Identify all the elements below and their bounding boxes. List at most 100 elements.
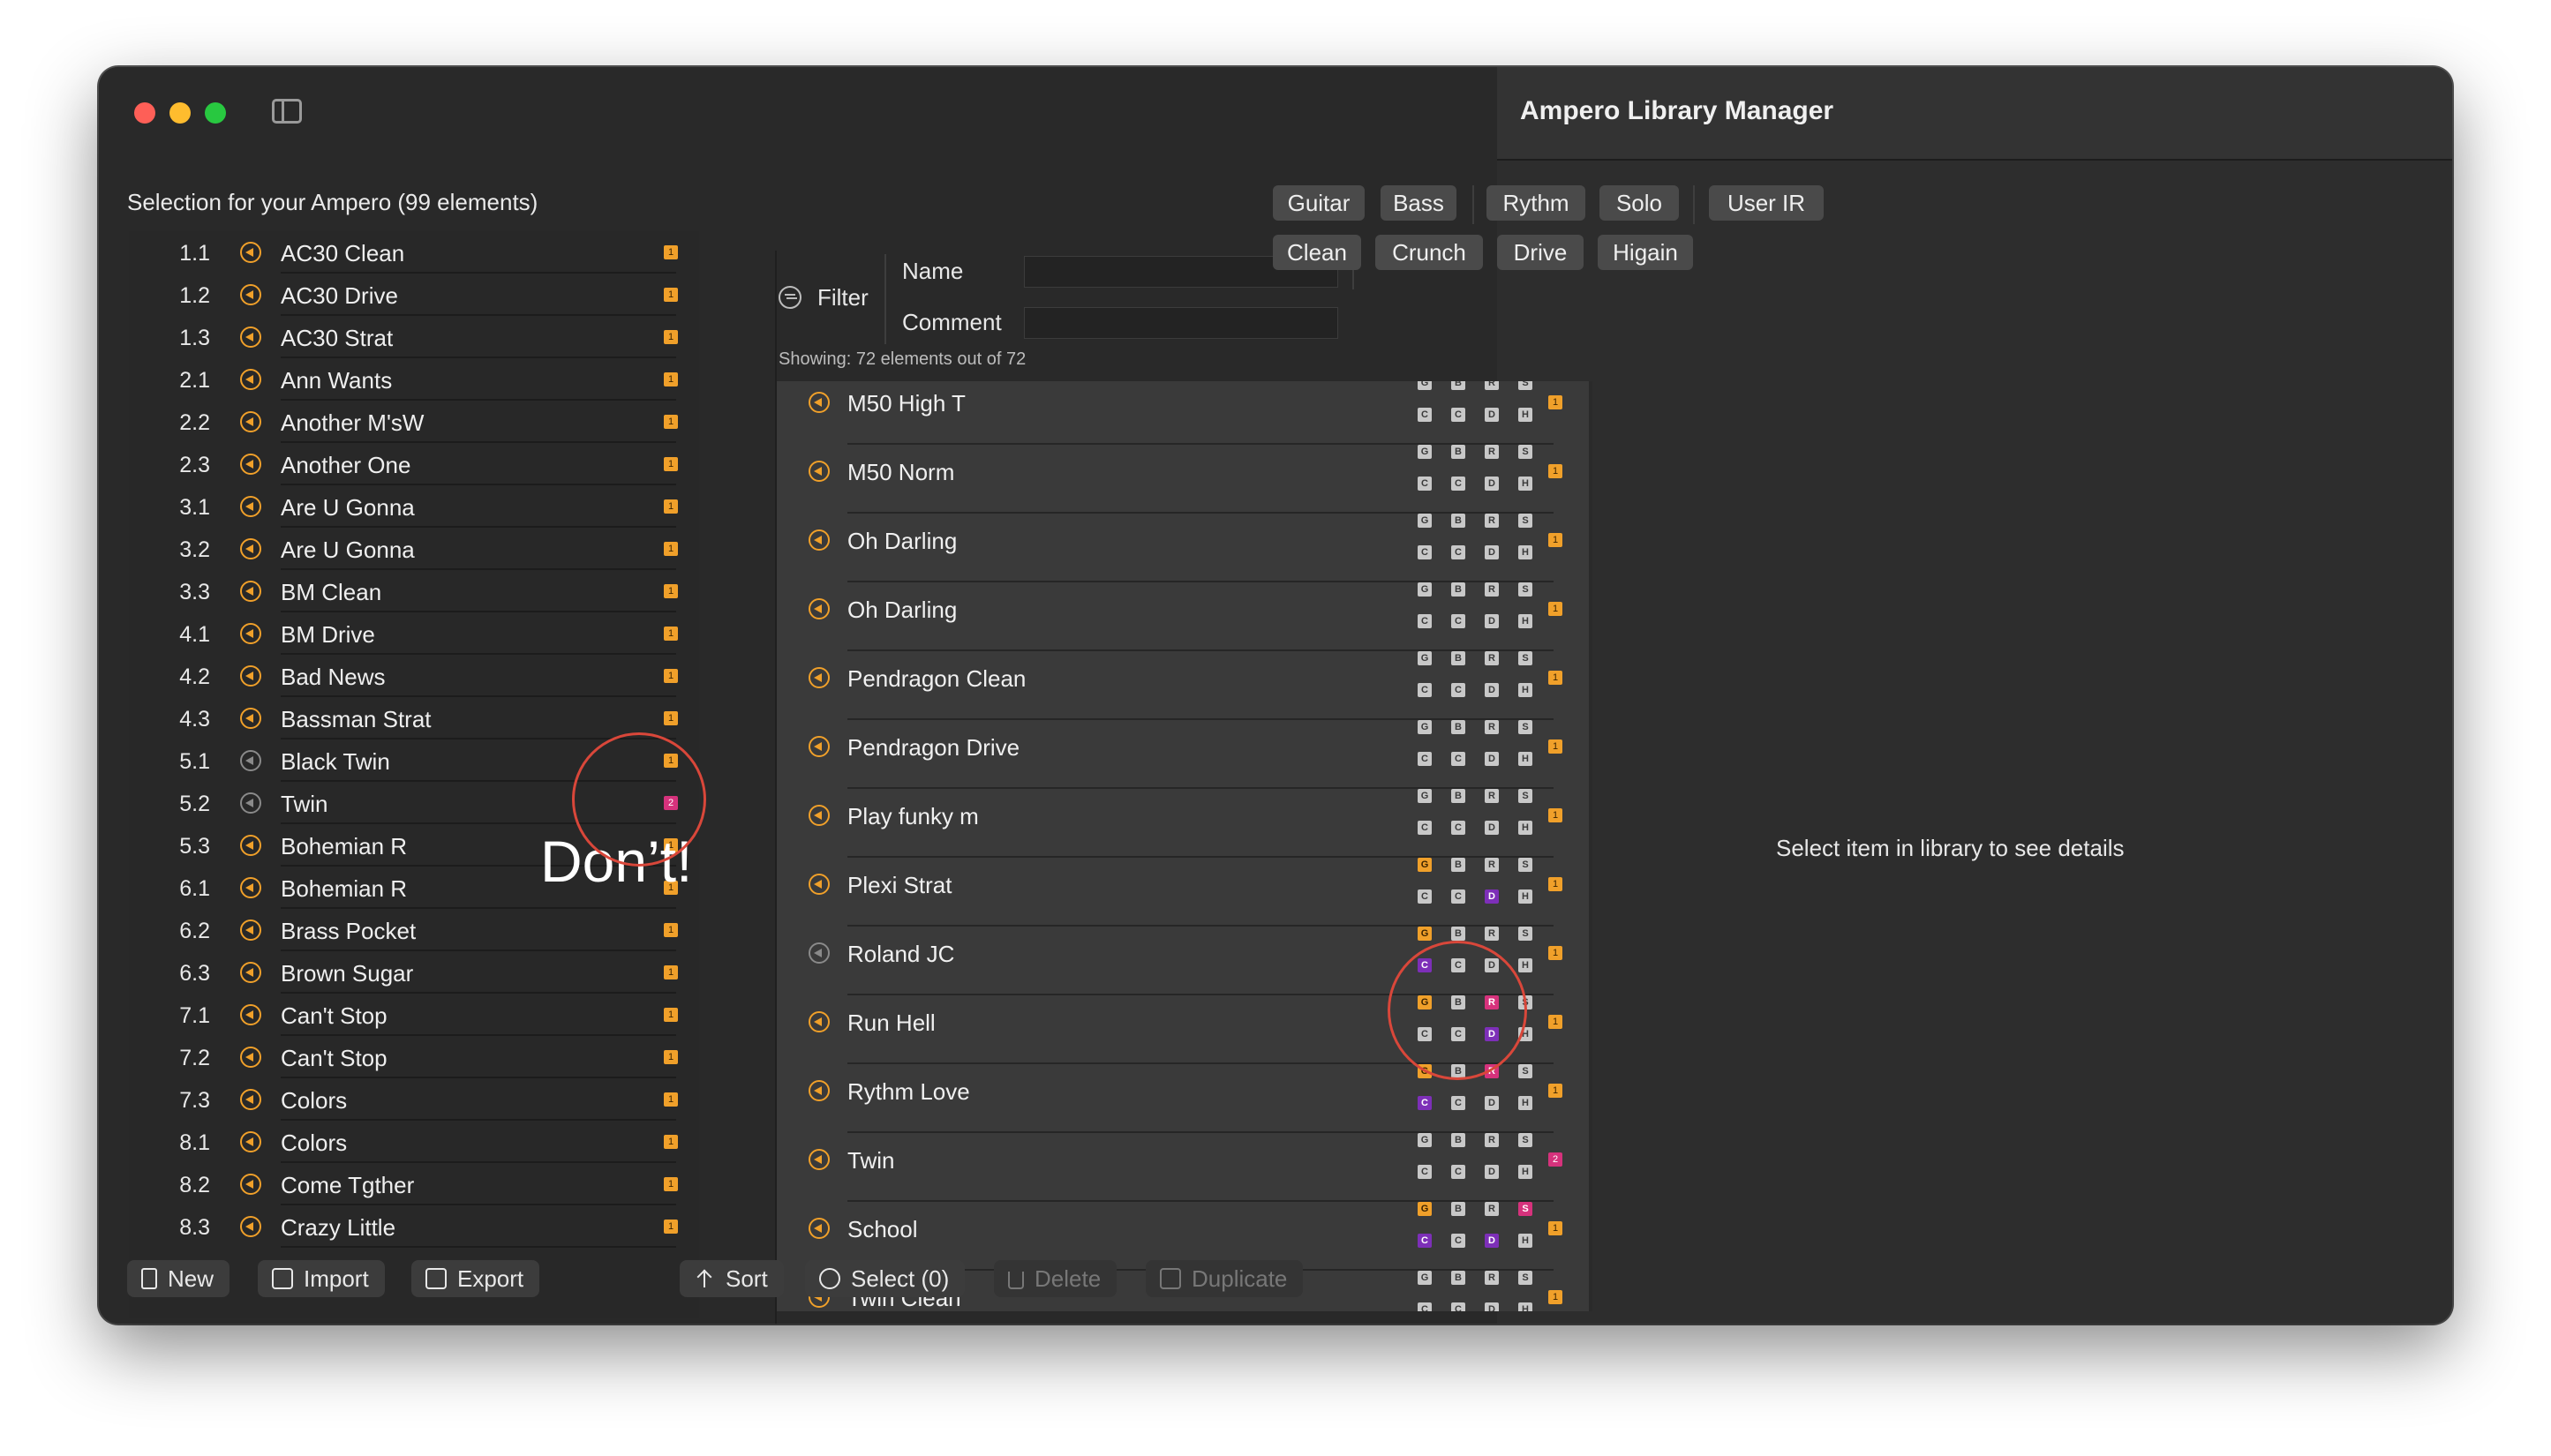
play-icon[interactable] xyxy=(240,1004,261,1025)
play-icon[interactable] xyxy=(240,750,261,771)
play-icon[interactable] xyxy=(240,454,261,475)
play-icon[interactable] xyxy=(240,411,261,432)
ir-name: Roland JC xyxy=(847,941,955,967)
close-window-button[interactable] xyxy=(134,102,155,124)
play-icon[interactable] xyxy=(809,805,830,826)
slot-number: 7.2 xyxy=(179,1046,210,1070)
play-icon[interactable] xyxy=(809,667,830,688)
play-icon[interactable] xyxy=(240,708,261,729)
play-icon[interactable] xyxy=(240,1131,261,1152)
flag-b: B xyxy=(1451,927,1465,941)
duplicate-button[interactable]: Duplicate xyxy=(1146,1260,1304,1297)
play-icon[interactable] xyxy=(809,1149,830,1170)
flag-c: C xyxy=(1451,1096,1465,1110)
comment-filter-input[interactable] xyxy=(1024,307,1338,339)
play-icon[interactable] xyxy=(240,1216,261,1237)
flag-g: G xyxy=(1418,1271,1432,1285)
play-icon[interactable] xyxy=(809,529,830,551)
library-row[interactable]: 1.2 AC30 Drive 1 xyxy=(129,274,699,316)
tag-crunch[interactable]: Crunch xyxy=(1375,235,1483,270)
play-icon[interactable] xyxy=(240,1174,261,1195)
tag-guitar[interactable]: Guitar xyxy=(1273,185,1365,221)
flag-c: C xyxy=(1451,1234,1465,1248)
library-row[interactable]: 8.1 Colors 1 xyxy=(129,1121,699,1163)
library-row[interactable]: 7.1 Can't Stop 1 xyxy=(129,994,699,1036)
play-icon[interactable] xyxy=(240,623,261,644)
play-icon[interactable] xyxy=(240,665,261,687)
import-icon xyxy=(272,1268,293,1289)
library-row[interactable]: 2.1 Ann Wants 1 xyxy=(129,358,699,401)
play-icon[interactable] xyxy=(240,1047,261,1068)
play-icon[interactable] xyxy=(240,284,261,305)
play-icon[interactable] xyxy=(240,242,261,263)
play-icon[interactable] xyxy=(240,792,261,814)
play-icon[interactable] xyxy=(240,326,261,348)
play-icon[interactable] xyxy=(240,835,261,856)
category-flags: G B R S C C D H xyxy=(1418,1258,1532,1311)
library-row[interactable]: 2.2 Another M'sW 1 xyxy=(129,401,699,443)
flag-c: C xyxy=(1451,821,1465,835)
zoom-window-button[interactable] xyxy=(205,102,226,124)
sidebar-toggle-icon[interactable] xyxy=(272,99,302,124)
tag-bass[interactable]: Bass xyxy=(1381,185,1456,221)
play-icon[interactable] xyxy=(809,1218,830,1239)
play-icon[interactable] xyxy=(809,392,830,413)
ir-list[interactable]: M50 High T G B R S C C D H 1 M50 Norm G B R S C C D H 1 Oh D… xyxy=(777,381,1592,1311)
play-icon[interactable] xyxy=(240,369,261,390)
slot-number: 4.2 xyxy=(179,664,210,689)
flag-d: D xyxy=(1485,1096,1499,1110)
sort-button[interactable]: Sort xyxy=(680,1260,784,1297)
library-row[interactable]: 6.2 Brass Pocket 1 xyxy=(129,909,699,951)
play-icon[interactable] xyxy=(809,942,830,964)
tag-solo[interactable]: Solo xyxy=(1599,185,1679,221)
select-button[interactable]: Select (0) xyxy=(805,1260,966,1297)
library-row[interactable]: 3.2 Are U Gonna 1 xyxy=(129,528,699,570)
slot-badge: 1 xyxy=(664,288,678,302)
flag-d: D xyxy=(1485,1165,1499,1179)
play-icon[interactable] xyxy=(809,1011,830,1032)
tag-drive[interactable]: Drive xyxy=(1497,235,1584,270)
flag-s: S xyxy=(1518,514,1532,528)
tag-clean[interactable]: Clean xyxy=(1273,235,1361,270)
new-button[interactable]: New xyxy=(127,1260,230,1297)
play-icon[interactable] xyxy=(809,598,830,619)
library-row[interactable]: 2.3 Another One 1 xyxy=(129,443,699,485)
library-row[interactable]: 1.3 AC30 Strat 1 xyxy=(129,316,699,358)
play-icon[interactable] xyxy=(809,461,830,482)
play-icon[interactable] xyxy=(809,1080,830,1101)
play-icon[interactable] xyxy=(240,581,261,602)
flag-g: G xyxy=(1418,927,1432,941)
library-row[interactable]: 3.3 BM Clean 1 xyxy=(129,570,699,612)
play-icon[interactable] xyxy=(809,874,830,895)
flag-h: H xyxy=(1518,477,1532,491)
library-row[interactable]: 7.2 Can't Stop 1 xyxy=(129,1036,699,1078)
play-icon[interactable] xyxy=(809,736,830,757)
library-row[interactable]: 1.1 AC30 Clean 1 xyxy=(129,231,699,274)
flag-d: D xyxy=(1485,545,1499,559)
trash-icon xyxy=(1008,1272,1024,1289)
library-row[interactable]: 4.1 BM Drive 1 xyxy=(129,612,699,655)
library-row[interactable]: 4.2 Bad News 1 xyxy=(129,655,699,697)
play-icon[interactable] xyxy=(240,538,261,559)
play-icon[interactable] xyxy=(240,919,261,941)
play-icon[interactable] xyxy=(240,877,261,898)
import-button[interactable]: Import xyxy=(258,1260,385,1297)
export-icon xyxy=(425,1268,447,1289)
tag-rythm[interactable]: Rythm xyxy=(1486,185,1585,221)
delete-button[interactable]: Delete xyxy=(994,1260,1117,1297)
tag-higain[interactable]: Higain xyxy=(1598,235,1693,270)
play-icon[interactable] xyxy=(240,496,261,517)
library-row[interactable]: 8.3 Crazy Little 1 xyxy=(129,1205,699,1248)
library-row[interactable]: 7.3 Colors 1 xyxy=(129,1078,699,1121)
library-row[interactable]: 8.2 Come Tgther 1 xyxy=(129,1163,699,1205)
flag-b: B xyxy=(1451,651,1465,665)
library-row[interactable]: 4.3 Bassman Strat 1 xyxy=(129,697,699,739)
library-row[interactable]: 3.1 Are U Gonna 1 xyxy=(129,485,699,528)
library-row[interactable]: 6.3 Brown Sugar 1 xyxy=(129,951,699,994)
play-icon[interactable] xyxy=(240,962,261,983)
tag-user-ir[interactable]: User IR xyxy=(1709,185,1824,221)
play-icon[interactable] xyxy=(240,1089,261,1110)
ir-list-scrollbar[interactable] xyxy=(1589,381,1592,1311)
minimize-window-button[interactable] xyxy=(169,102,191,124)
export-button[interactable]: Export xyxy=(411,1260,540,1297)
